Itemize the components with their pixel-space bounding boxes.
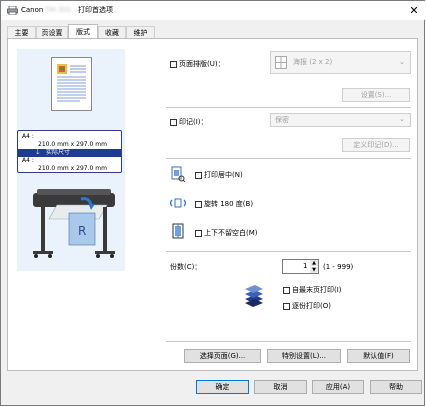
no-margin-icon [171,223,185,239]
stamp-combo[interactable]: 保密 ⌄ [270,113,411,127]
apply-button[interactable]: 应用(A) [312,380,364,394]
paper-size-value-2: 210.0 mm x 297.0 mm [38,165,107,172]
select-page-button[interactable]: 选择页面(G)... [184,349,261,363]
help-button[interactable]: 帮助 [370,380,422,394]
settings-button[interactable]: 设置(S)... [342,88,410,102]
page-layout-label: 页面排版(U)： [179,60,225,68]
divider [166,158,411,159]
print-center-icon [171,166,186,183]
no-margin-label: 上下不留空白(M) [204,229,258,237]
defaults-button[interactable]: 默认值(F) [347,349,410,363]
printer-icon [7,5,18,16]
collate-stack-icon [243,283,265,307]
spin-up-icon[interactable]: ▲ [310,260,318,266]
paper-size-label-2: A4 : [22,157,34,164]
stamp-value: 保密 [275,116,289,124]
collate-label: 逐份打印(O) [292,302,331,310]
printer-illustration: R [27,177,121,265]
close-icon: ✕ [409,4,419,17]
page-preview [51,57,92,111]
cancel-button[interactable]: 取消 [254,380,307,394]
divider [166,341,411,342]
actual-size-label: 实际尺寸 [46,149,71,156]
rotate-icon [169,197,187,209]
special-settings-button[interactable]: 特别设置(L)... [267,349,341,363]
print-center-label: 打印居中(N) [204,171,243,179]
copies-value: 1 [303,262,308,270]
poster-layout-icon [275,56,287,69]
define-stamp-button[interactable]: 定义印记(D)... [342,138,410,152]
divider [166,107,411,108]
print-center-checkbox[interactable] [195,172,202,179]
tab-layout[interactable]: 版式 [68,24,98,39]
no-margin-checkbox[interactable] [195,230,202,237]
print-preferences-window: Canon TM-300 打印首选项 ✕ 主要 页设置 版式 收藏 维护 A4 … [0,0,425,406]
window-title-prefix: Canon [21,6,44,14]
down-arrow-icon: 🡓 [36,148,40,156]
ok-button[interactable]: 确定 [196,380,249,394]
window-title-model: TM-300 [45,6,72,14]
spin-down-icon[interactable]: ▼ [310,267,318,273]
stamp-checkbox[interactable] [170,119,177,126]
chevron-down-icon: ⌄ [399,58,405,66]
print-from-last-page-label: 自最末页打印(I) [292,286,342,294]
title-bar: Canon TM-300 打印首选项 ✕ [1,1,425,20]
chevron-down-icon: ⌄ [399,115,405,123]
paper-size-info: A4 : 210.0 mm x 297.0 mm 🡓 实际尺寸 A4 : 210… [17,130,122,173]
paper-size-label-1: A4 : [22,133,34,140]
page-layout-value: 海报 (2 x 2) [293,58,333,66]
copies-range: (1 - 999) [323,263,354,271]
copies-spinbox[interactable]: 1 ▲ ▼ [282,259,319,274]
close-button[interactable]: ✕ [404,1,424,20]
stamp-label: 印记(I)： [179,118,208,126]
rotate-180-checkbox[interactable] [195,201,202,208]
svg-text:R: R [78,224,86,238]
page-layout-combo[interactable]: 海报 (2 x 2) ⌄ [270,51,411,74]
print-from-last-page-checkbox[interactable] [283,287,290,294]
collate-checkbox[interactable] [283,303,290,310]
page-layout-checkbox[interactable] [170,61,177,68]
window-title: 打印首选项 [78,6,113,14]
copies-label: 份数(C)： [170,263,202,271]
divider [166,251,411,252]
rotate-180-label: 旋转 180 度(B) [204,200,254,208]
